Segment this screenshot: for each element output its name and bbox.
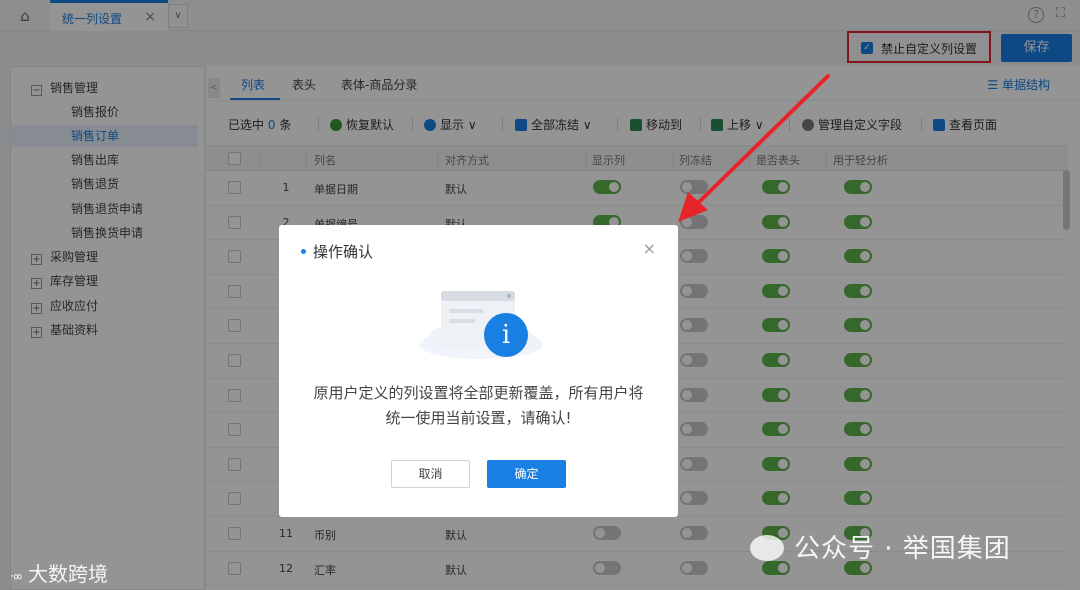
wechat-icon <box>750 535 784 561</box>
watermark-left-text: 大数跨境 <box>28 562 109 586</box>
dialog-message-line-1: 原用户定义的列设置将全部更新覆盖，所有用户将 <box>313 384 644 402</box>
cancel-button[interactable]: 取消 <box>391 460 470 488</box>
watermark-right-text: 公众号 · 举国集团 <box>794 534 1011 564</box>
close-icon[interactable]: × <box>643 239 656 258</box>
info-illustration <box>419 291 543 359</box>
dialog-title: 操作确认 <box>313 243 374 261</box>
title-dot <box>301 249 306 254</box>
dialog-message-line-2: 统一使用当前设置，请确认! <box>385 409 572 427</box>
confirm-dialog: 操作确认 × i 原用户定义的列设置将全部更新覆盖，所有用户将 统一使用当前设置… <box>279 225 678 517</box>
watermark-right: 公众号 · 举国集团 <box>750 528 1011 565</box>
info-icon: i <box>484 313 528 357</box>
watermark-left: ᐧ∞ 大数跨境 <box>10 562 109 586</box>
confirm-button[interactable]: 确定 <box>487 460 566 488</box>
dialog-message: 原用户定义的列设置将全部更新覆盖，所有用户将 统一使用当前设置，请确认! <box>299 381 658 431</box>
